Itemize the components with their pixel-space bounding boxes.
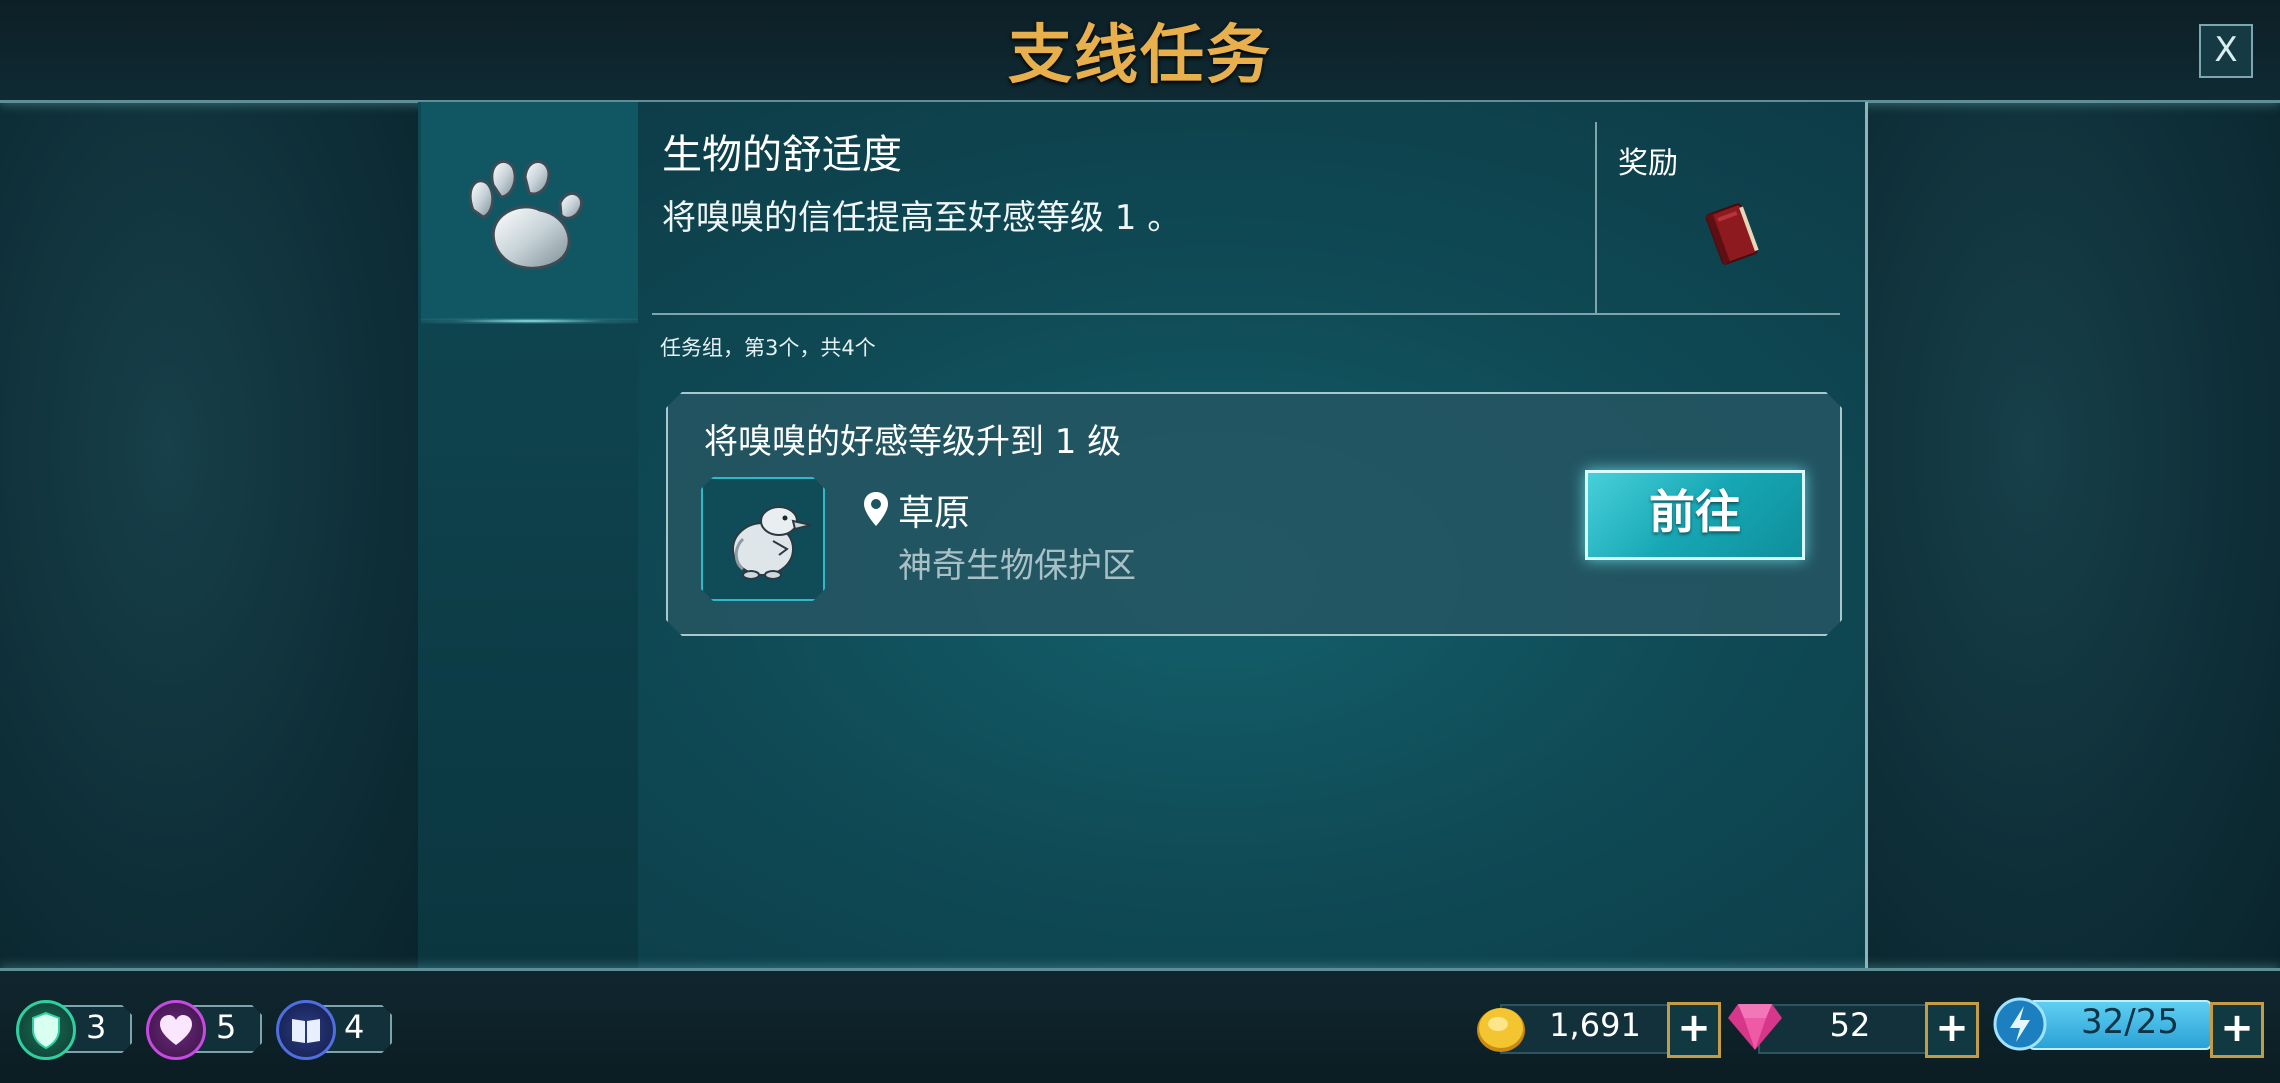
location-subtitle: 神奇生物保护区: [898, 546, 1136, 586]
book-count: 4: [344, 1008, 365, 1046]
quest-header-divider: [652, 313, 1840, 315]
heart-icon: [160, 1015, 192, 1045]
go-button[interactable]: 前往: [1585, 470, 1805, 560]
energy-amount: 32/25: [2081, 1002, 2179, 1042]
heart-count: 5: [216, 1008, 237, 1046]
gem-icon: [1728, 1004, 1782, 1050]
lightning-icon: [1993, 997, 2047, 1051]
shield-count: 3: [86, 1008, 107, 1046]
gem-amount: 52: [1829, 1006, 1871, 1044]
add-gems-button[interactable]: +: [1925, 1002, 1979, 1058]
red-book-icon[interactable]: [1700, 200, 1764, 270]
gold-coin-icon: [1477, 1008, 1525, 1052]
reward-divider: [1595, 122, 1597, 315]
selected-indicator: [421, 318, 638, 324]
background-left: [0, 102, 418, 968]
background-right: [1862, 102, 2280, 968]
close-button[interactable]: X: [2199, 24, 2253, 78]
add-energy-button[interactable]: +: [2210, 1002, 2264, 1058]
quest-description: 将嗅嗅的信任提高至好感等级 1 。: [662, 198, 1182, 238]
creature-portrait: [701, 477, 825, 601]
page-title: 支线任务: [1008, 19, 1272, 93]
reward-label: 奖励: [1618, 146, 1678, 181]
task-title: 将嗅嗅的好感等级升到 1 级: [704, 422, 1122, 462]
header-bar: 支线任务: [0, 0, 2280, 103]
gold-amount: 1,691: [1549, 1006, 1641, 1044]
book-badge: [276, 1000, 336, 1060]
quest-group-info: 任务组，第3个，共4个: [660, 336, 876, 360]
quest-title: 生物的舒适度: [662, 132, 902, 178]
shield-badge: [16, 1000, 76, 1060]
paw-icon: [468, 160, 584, 270]
shield-icon: [32, 1011, 60, 1050]
book-icon: [292, 1019, 320, 1043]
add-gold-button[interactable]: +: [1667, 1002, 1721, 1058]
location-name: 草原: [898, 493, 971, 534]
niffler-icon: [703, 479, 823, 599]
location-pin-icon: [864, 492, 888, 526]
heart-badge: [146, 1000, 206, 1060]
